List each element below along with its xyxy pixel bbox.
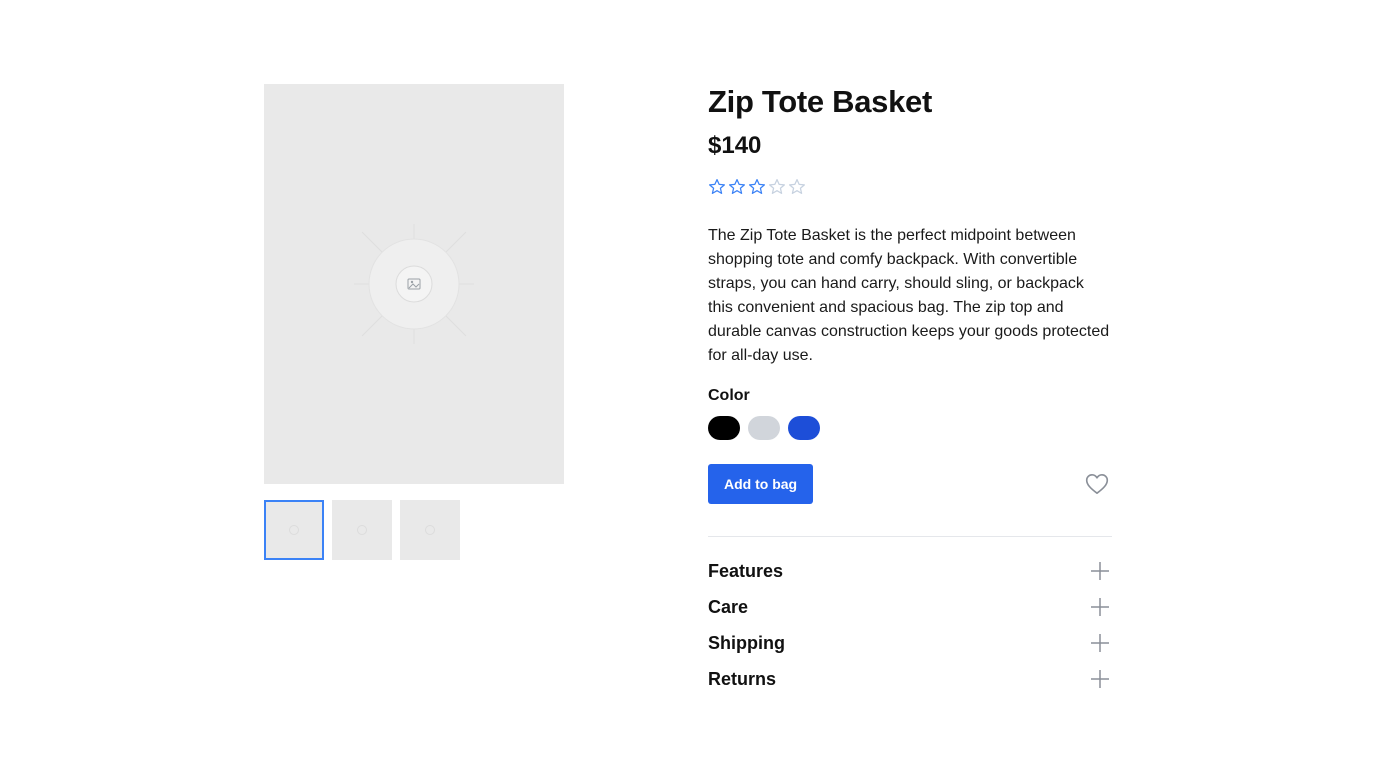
- thumbnail-list: [264, 500, 460, 560]
- accordion-item-care[interactable]: Care: [708, 589, 1112, 625]
- add-to-bag-button[interactable]: Add to bag: [708, 464, 814, 504]
- plus-icon[interactable]: [1089, 560, 1111, 582]
- product-info: Zip Tote Basket $140 The Zip Tote Basket…: [708, 84, 1112, 697]
- plus-icon[interactable]: [1089, 668, 1111, 690]
- color-swatch-blue[interactable]: [788, 416, 820, 440]
- thumbnail-2[interactable]: [332, 500, 392, 560]
- purchase-actions: Add to bag: [708, 464, 1112, 504]
- image-placeholder-icon: [425, 525, 435, 535]
- section-divider: [708, 536, 1112, 537]
- color-swatch-gray[interactable]: [748, 416, 780, 440]
- product-details-accordion: Features Care Shipping Returns: [708, 553, 1112, 697]
- accordion-item-label: Returns: [708, 668, 777, 689]
- product-page: Zip Tote Basket $140 The Zip Tote Basket…: [0, 0, 1376, 768]
- star-empty-icon: [788, 178, 806, 195]
- plus-icon[interactable]: [1089, 632, 1111, 654]
- accordion-item-features[interactable]: Features: [708, 553, 1112, 589]
- product-title: Zip Tote Basket: [708, 84, 933, 119]
- product-description: The Zip Tote Basket is the perfect midpo…: [708, 227, 1110, 364]
- rating-stars: [708, 178, 1112, 198]
- star-filled-icon: [728, 178, 746, 195]
- accordion-item-label: Features: [708, 560, 784, 581]
- heart-icon[interactable]: [1084, 471, 1110, 497]
- product-price: $140: [708, 132, 762, 159]
- color-swatch-black[interactable]: [708, 416, 740, 440]
- star-filled-icon: [748, 178, 766, 195]
- plus-icon[interactable]: [1089, 596, 1111, 618]
- main-product-image: [264, 84, 564, 484]
- accordion-item-returns[interactable]: Returns: [708, 661, 1112, 697]
- color-label: Color: [708, 387, 750, 404]
- star-empty-icon: [768, 178, 786, 195]
- color-swatches: [708, 416, 1112, 440]
- star-filled-icon: [708, 178, 726, 195]
- image-placeholder-icon: [289, 525, 299, 535]
- accordion-item-shipping[interactable]: Shipping: [708, 625, 1112, 661]
- thumbnail-3[interactable]: [400, 500, 460, 560]
- thumbnail-1[interactable]: [264, 500, 324, 560]
- image-placeholder-icon: [357, 525, 367, 535]
- accordion-item-label: Shipping: [708, 632, 785, 653]
- image-placeholder-icon: [354, 224, 474, 344]
- accordion-item-label: Care: [708, 596, 749, 617]
